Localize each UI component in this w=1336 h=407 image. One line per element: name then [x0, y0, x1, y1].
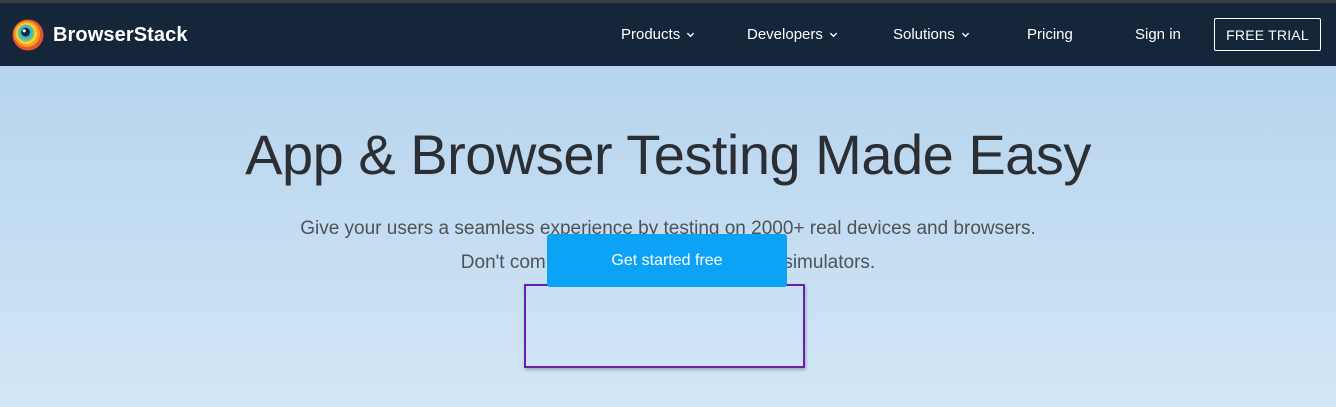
- nav-pricing-label: Pricing: [1027, 26, 1073, 43]
- nav-developers-label: Developers: [747, 26, 823, 43]
- hero-title: App & Browser Testing Made Easy: [245, 123, 1091, 186]
- cta-highlight-frame: [524, 284, 805, 368]
- nav-sign-in[interactable]: Sign in: [1135, 3, 1181, 66]
- chevron-down-icon: [961, 32, 969, 38]
- browserstack-logo-icon: [12, 19, 44, 51]
- nav-products-label: Products: [621, 26, 681, 43]
- get-started-free-button[interactable]: Get started free: [547, 234, 787, 287]
- free-trial-button[interactable]: FREE TRIAL: [1214, 18, 1321, 51]
- chevron-down-icon: [687, 32, 695, 38]
- nav-sign-in-label: Sign in: [1135, 26, 1181, 43]
- nav-pricing[interactable]: Pricing: [1027, 3, 1073, 66]
- brand-logo-link[interactable]: BrowserStack: [12, 18, 188, 52]
- nav-solutions-label: Solutions: [893, 26, 955, 43]
- get-started-free-label: Get started free: [611, 251, 723, 269]
- nav-products[interactable]: Products: [621, 3, 695, 66]
- chevron-down-icon: [829, 32, 838, 38]
- nav-developers[interactable]: Developers: [747, 3, 838, 66]
- nav-solutions[interactable]: Solutions: [893, 3, 970, 66]
- free-trial-label: FREE TRIAL: [1226, 26, 1309, 43]
- brand-name: BrowserStack: [53, 23, 188, 46]
- top-navigation-bar: BrowserStack Products Developers Solutio…: [0, 0, 1336, 66]
